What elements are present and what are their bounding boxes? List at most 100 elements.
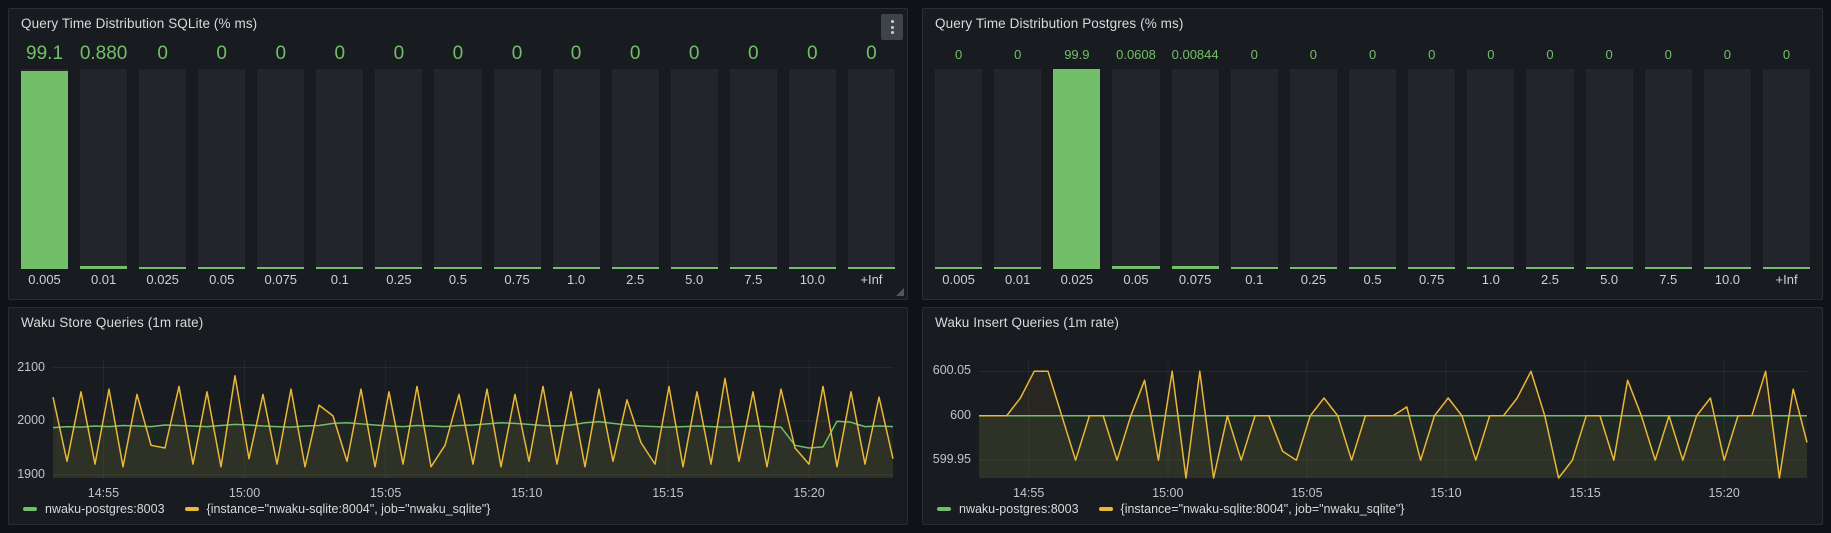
x-axis-label: 15:00	[215, 486, 275, 500]
histogram-value: 0	[1014, 41, 1021, 67]
y-axis-label: 599.95	[923, 452, 971, 466]
histogram-value: 99.1	[26, 41, 63, 67]
x-axis-label: 15:20	[779, 486, 839, 500]
histogram-bucket-label: 1.0	[1482, 269, 1500, 291]
histogram-value: 0.880	[80, 41, 128, 67]
legend-item[interactable]: {instance="nwaku-sqlite:8004", job="nwak…	[185, 502, 491, 516]
histogram-bar-fill	[21, 71, 68, 269]
histogram-value: 0	[1546, 41, 1553, 67]
histogram-value: 0	[1310, 41, 1317, 67]
histogram-bucket-label: 0.01	[1005, 269, 1030, 291]
time-series-canvas	[9, 308, 909, 526]
histogram-column: 01.0	[553, 41, 600, 291]
histogram-bucket-label: 0.025	[146, 269, 179, 291]
panel-header: Query Time Distribution Postgres (% ms)	[923, 9, 1822, 39]
histogram-value: 0	[1251, 41, 1258, 67]
legend-item[interactable]: {instance="nwaku-sqlite:8004", job="nwak…	[1099, 502, 1405, 516]
histogram-bar-fill	[1231, 267, 1278, 269]
histogram-column: 00.025	[139, 41, 186, 291]
histogram-value: 99.9	[1064, 41, 1089, 67]
y-axis-label: 600	[923, 408, 971, 422]
x-axis-label: 15:05	[1277, 486, 1337, 500]
histogram-bucket-label: 0.5	[449, 269, 467, 291]
legend-series-label: nwaku-postgres:8003	[45, 502, 165, 516]
panel-menu-button[interactable]	[881, 14, 903, 40]
histogram-bar-fill	[671, 267, 718, 269]
histogram-bar-fill	[257, 267, 304, 269]
histogram-bucket-label: 0.1	[1245, 269, 1263, 291]
histogram-bar	[1467, 69, 1514, 269]
histogram-bar	[671, 69, 718, 269]
histogram-bucket-label: 10.0	[1715, 269, 1740, 291]
legend-item[interactable]: nwaku-postgres:8003	[23, 502, 165, 516]
histogram-bar-fill	[612, 267, 659, 269]
legend-series-label: {instance="nwaku-sqlite:8004", job="nwak…	[207, 502, 491, 516]
time-series-plot-store[interactable]: 21002000190014:5515:0015:0515:1015:1515:…	[9, 308, 907, 524]
histogram-value: 0	[453, 41, 464, 67]
histogram-bar-fill	[1290, 267, 1337, 269]
histogram-bar	[494, 69, 541, 269]
histogram-bucket-label: 0.5	[1364, 269, 1382, 291]
histogram-bar	[935, 69, 982, 269]
y-axis-label: 2100	[9, 360, 45, 374]
panel-title[interactable]: Query Time Distribution SQLite (% ms)	[21, 16, 257, 31]
panel-query-time-sqlite: Query Time Distribution SQLite (% ms) 99…	[8, 8, 908, 300]
histogram-value: 0	[1783, 41, 1790, 67]
legend-series-dash-icon	[937, 507, 951, 511]
time-series-plot-insert[interactable]: 600.05600599.9514:5515:0015:0515:1015:15…	[923, 308, 1822, 524]
bar-gauge-sqlite: 99.10.0050.8800.0100.02500.0500.07500.10…	[21, 41, 895, 291]
histogram-bucket-label: 0.075	[265, 269, 298, 291]
histogram-value: 0	[689, 41, 700, 67]
x-axis-label: 15:00	[1138, 486, 1198, 500]
histogram-value: 0	[1606, 41, 1613, 67]
histogram-bucket-label: +Inf	[1776, 269, 1798, 291]
histogram-value: 0.00844	[1172, 41, 1219, 67]
histogram-bar	[1704, 69, 1751, 269]
histogram-bucket-label: 2.5	[1541, 269, 1559, 291]
chart-legend: nwaku-postgres:8003 {instance="nwaku-sqli…	[937, 502, 1404, 516]
histogram-column: 00.25	[1290, 41, 1337, 291]
histogram-bar	[1172, 69, 1219, 269]
histogram-column: 00.01	[994, 41, 1041, 291]
histogram-value: 0	[394, 41, 405, 67]
histogram-bucket-label: 0.25	[386, 269, 411, 291]
legend-series-dash-icon	[185, 507, 199, 511]
histogram-bucket-label: +Inf	[860, 269, 882, 291]
panel-header: Waku Store Queries (1m rate)	[9, 308, 907, 338]
histogram-bucket-label: 0.05	[209, 269, 234, 291]
histogram-bar-fill	[848, 267, 895, 269]
histogram-value: 0	[1487, 41, 1494, 67]
histogram-bar	[612, 69, 659, 269]
histogram-bar	[375, 69, 422, 269]
histogram-bar-fill	[1763, 267, 1810, 269]
histogram-column: 0.008440.075	[1172, 41, 1219, 291]
histogram-bar	[1408, 69, 1455, 269]
histogram-column: 00.75	[494, 41, 541, 291]
histogram-value: 0	[571, 41, 582, 67]
histogram-bar-fill	[730, 267, 777, 269]
histogram-bar	[21, 69, 68, 269]
histogram-bar	[553, 69, 600, 269]
chart-legend: nwaku-postgres:8003 {instance="nwaku-sqli…	[23, 502, 490, 516]
histogram-value: 0	[512, 41, 523, 67]
kebab-menu-icon	[891, 20, 894, 34]
histogram-column: 07.5	[1645, 41, 1692, 291]
histogram-bucket-label: 0.75	[1419, 269, 1444, 291]
histogram-bar	[1112, 69, 1159, 269]
histogram-bar-fill	[1172, 266, 1219, 269]
histogram-bar-fill	[80, 266, 127, 269]
histogram-bar	[730, 69, 777, 269]
histogram-bar	[1290, 69, 1337, 269]
bar-gauge-postgres: 00.00500.0199.90.0250.06080.050.008440.0…	[935, 41, 1810, 291]
panel-resize-handle[interactable]	[896, 288, 904, 296]
histogram-column: 010.0	[1704, 41, 1751, 291]
panel-title[interactable]: Waku Insert Queries (1m rate)	[935, 315, 1119, 330]
legend-item[interactable]: nwaku-postgres:8003	[937, 502, 1079, 516]
panel-title[interactable]: Waku Store Queries (1m rate)	[21, 315, 203, 330]
histogram-bucket-label: 0.75	[504, 269, 529, 291]
histogram-bar	[434, 69, 481, 269]
histogram-column: 05.0	[671, 41, 718, 291]
histogram-value: 0	[275, 41, 286, 67]
y-axis-label: 1900	[9, 467, 45, 481]
panel-title[interactable]: Query Time Distribution Postgres (% ms)	[935, 16, 1183, 31]
